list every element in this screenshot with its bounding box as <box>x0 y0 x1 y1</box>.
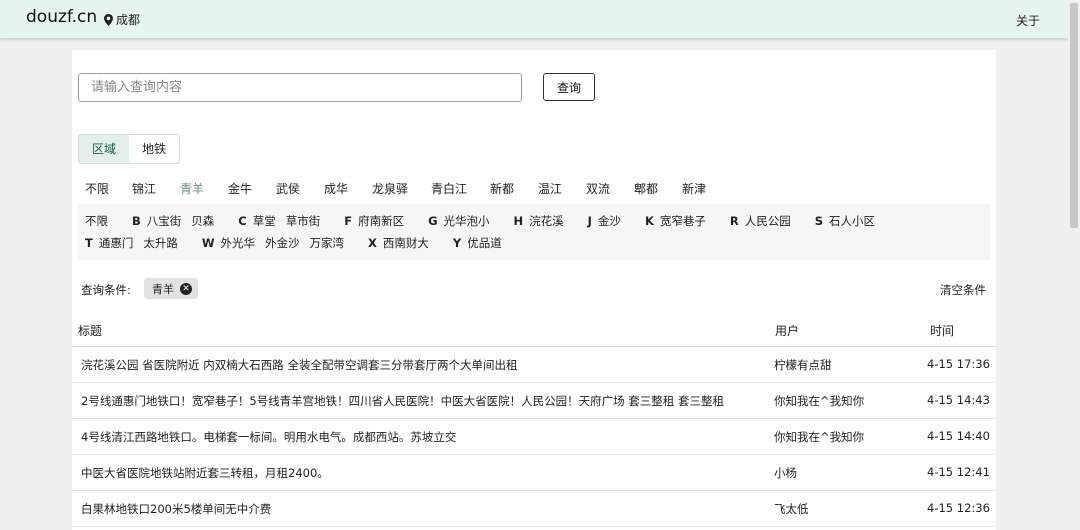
listing-title[interactable]: 白果林地铁口200米5楼单间无中介费 <box>81 501 271 517</box>
subway-station[interactable]: 贝森 <box>191 213 214 229</box>
subway-station[interactable]: 通惠门 <box>99 235 134 251</box>
subway-station[interactable]: 浣花溪 <box>529 213 564 229</box>
condition-chip[interactable]: 青羊 ✕ <box>144 278 198 299</box>
region-item[interactable]: 新都 <box>490 180 538 197</box>
chip-label: 青羊 <box>152 282 174 296</box>
map-pin-icon <box>104 13 113 26</box>
subway-letter: X <box>368 236 377 250</box>
subway-letter: K <box>644 214 654 228</box>
region-item[interactable]: 不限 <box>85 180 132 197</box>
subway-letter: J <box>587 214 592 228</box>
subway-letter: F <box>344 214 353 228</box>
subway-station[interactable]: 金沙 <box>598 213 621 229</box>
region-item[interactable]: 郫都 <box>634 180 682 197</box>
table-row[interactable]: 中医大省医院地铁站附近套三转租，月租2400。 小杨 4-15 12:41 <box>72 455 996 491</box>
subway-letter: T <box>85 236 93 250</box>
subway-station[interactable]: 外光华 <box>221 235 256 251</box>
subway-letter: H <box>513 214 524 228</box>
header-time: 时间 <box>930 324 955 338</box>
main-panel: 查询 区域 地铁 不限锦江青羊金牛武侯成华龙泉驿青白江新都温江双流郫都新津 不限… <box>72 50 996 530</box>
brand-logo[interactable]: douzf.cn <box>26 7 97 27</box>
subway-station[interactable]: 不限 <box>85 213 108 229</box>
subway-station[interactable]: 府南新区 <box>358 213 404 229</box>
header-title: 标题 <box>78 324 103 338</box>
subway-station[interactable]: 外金沙 <box>265 235 300 251</box>
search-button[interactable]: 查询 <box>543 73 595 101</box>
listing-title[interactable]: 4号线清江西路地铁口。电梯套一标间。明用水电气。成都西站。苏坡立交 <box>81 429 456 445</box>
subway-station[interactable]: 石人小区 <box>829 213 875 229</box>
listing-time: 4-15 17:36 <box>927 357 990 371</box>
subway-station[interactable]: 草市街 <box>286 213 321 229</box>
subway-station[interactable]: 西南财大 <box>383 235 429 251</box>
subway-letter: C <box>238 214 247 228</box>
listing-user: 小杨 <box>774 466 797 480</box>
region-item[interactable]: 青白江 <box>431 180 490 197</box>
listing-time: 4-15 12:36 <box>927 501 990 515</box>
subway-letter: W <box>201 236 215 250</box>
subway-letter: R <box>729 214 739 228</box>
region-item[interactable]: 温江 <box>538 180 586 197</box>
table-row[interactable]: 白果林地铁口200米5楼单间无中介费 飞太低 4-15 12:36 <box>72 491 996 527</box>
subway-letter: Y <box>452 236 462 250</box>
listing-user: 柠檬有点甜 <box>774 358 832 372</box>
subway-letter: B <box>132 214 141 228</box>
subway-row: T 通惠门 太升路 W 外光华 外金沙 万家湾 X 西南财大 Y 优品道 <box>85 232 983 254</box>
scrollbar-thumb[interactable] <box>1070 3 1078 228</box>
subway-station[interactable]: 八宝街 <box>147 213 182 229</box>
region-list: 不限 锦江 青羊 金牛 武侯 成华 龙泉驿 青白江 新都 温江 双流 郫都 新津 <box>85 180 712 197</box>
listing-user: 你知我在^我知你 <box>774 430 865 444</box>
remove-chip-icon[interactable]: ✕ <box>180 282 192 295</box>
subway-letter: S <box>814 214 824 228</box>
subway-station[interactable]: 优品道 <box>467 235 502 251</box>
about-link[interactable]: 关于 <box>1016 12 1040 29</box>
subway-letter: G <box>428 214 438 228</box>
subway-station[interactable]: 人民公园 <box>745 213 791 229</box>
listing-user: 飞太低 <box>774 502 809 516</box>
table-header: 标题 用户 时间 <box>72 318 996 347</box>
tab-region[interactable]: 区域 <box>79 135 130 163</box>
region-item[interactable]: 成华 <box>324 180 372 197</box>
subway-station-list: 不限 B 八宝街 贝森 C 草堂 草市街 F 府南新区 G 光华泡小 H 浣花溪 J 金沙 K 宽窄巷子 R 人民公… <box>78 204 990 260</box>
location-selector[interactable]: 成都 <box>104 11 140 28</box>
subway-row: 不限 B 八宝街 贝森 C 草堂 草市街 F 府南新区 G 光华泡小 H 浣花溪 J 金沙 K 宽窄巷子 R 人民公… <box>85 210 983 232</box>
region-item[interactable]: 龙泉驿 <box>372 180 431 197</box>
table-row[interactable]: 4号线清江西路地铁口。电梯套一标间。明用水电气。成都西站。苏坡立交 你知我在^我知… <box>72 419 996 455</box>
scrollbar[interactable] <box>1068 0 1080 514</box>
listing-time: 4-15 14:43 <box>927 393 990 407</box>
conditions-label: 查询条件: <box>81 283 131 297</box>
listing-user: 你知我在^我知你 <box>774 394 865 408</box>
listing-title[interactable]: 中医大省医院地铁站附近套三转租，月租2400。 <box>81 465 329 481</box>
region-item[interactable]: 金牛 <box>228 180 276 197</box>
subway-station[interactable]: 万家湾 <box>310 235 345 251</box>
tab-subway[interactable]: 地铁 <box>129 135 179 163</box>
region-item[interactable]: 新津 <box>682 180 712 197</box>
subway-station[interactable]: 草堂 <box>253 213 276 229</box>
region-item[interactable]: 青羊 <box>180 180 228 197</box>
subway-station[interactable]: 太升路 <box>143 235 178 251</box>
search-input[interactable] <box>78 73 522 102</box>
table-row[interactable]: 浣花溪公园 省医院附近 内双楠大石西路 全装全配带空调套三分带套厅两个大单间出租… <box>72 347 996 383</box>
listing-time: 4-15 12:41 <box>927 465 990 479</box>
listing-title[interactable]: 浣花溪公园 省医院附近 内双楠大石西路 全装全配带空调套三分带套厅两个大单间出租 <box>81 357 517 373</box>
listing-title[interactable]: 2号线通惠门地铁口！宽窄巷子！5号线青羊宫地铁！四川省人民医院！中医大省医院！人… <box>81 393 724 409</box>
subway-station[interactable]: 宽窄巷子 <box>660 213 706 229</box>
region-item[interactable]: 双流 <box>586 180 634 197</box>
filter-tabs: 区域 地铁 <box>78 134 181 164</box>
table-row[interactable]: 2号线通惠门地铁口！宽窄巷子！5号线青羊宫地铁！四川省人民医院！中医大省医院！人… <box>72 383 996 419</box>
subway-station[interactable]: 光华泡小 <box>444 213 490 229</box>
listing-time: 4-15 14:40 <box>927 429 990 443</box>
region-item[interactable]: 锦江 <box>132 180 180 197</box>
header-user: 用户 <box>775 324 800 338</box>
clear-conditions-link[interactable]: 清空条件 <box>940 282 986 298</box>
region-item[interactable]: 武侯 <box>276 180 324 197</box>
city-label: 成都 <box>116 13 141 27</box>
navbar: douzf.cn 成都 关于 <box>0 0 1080 39</box>
